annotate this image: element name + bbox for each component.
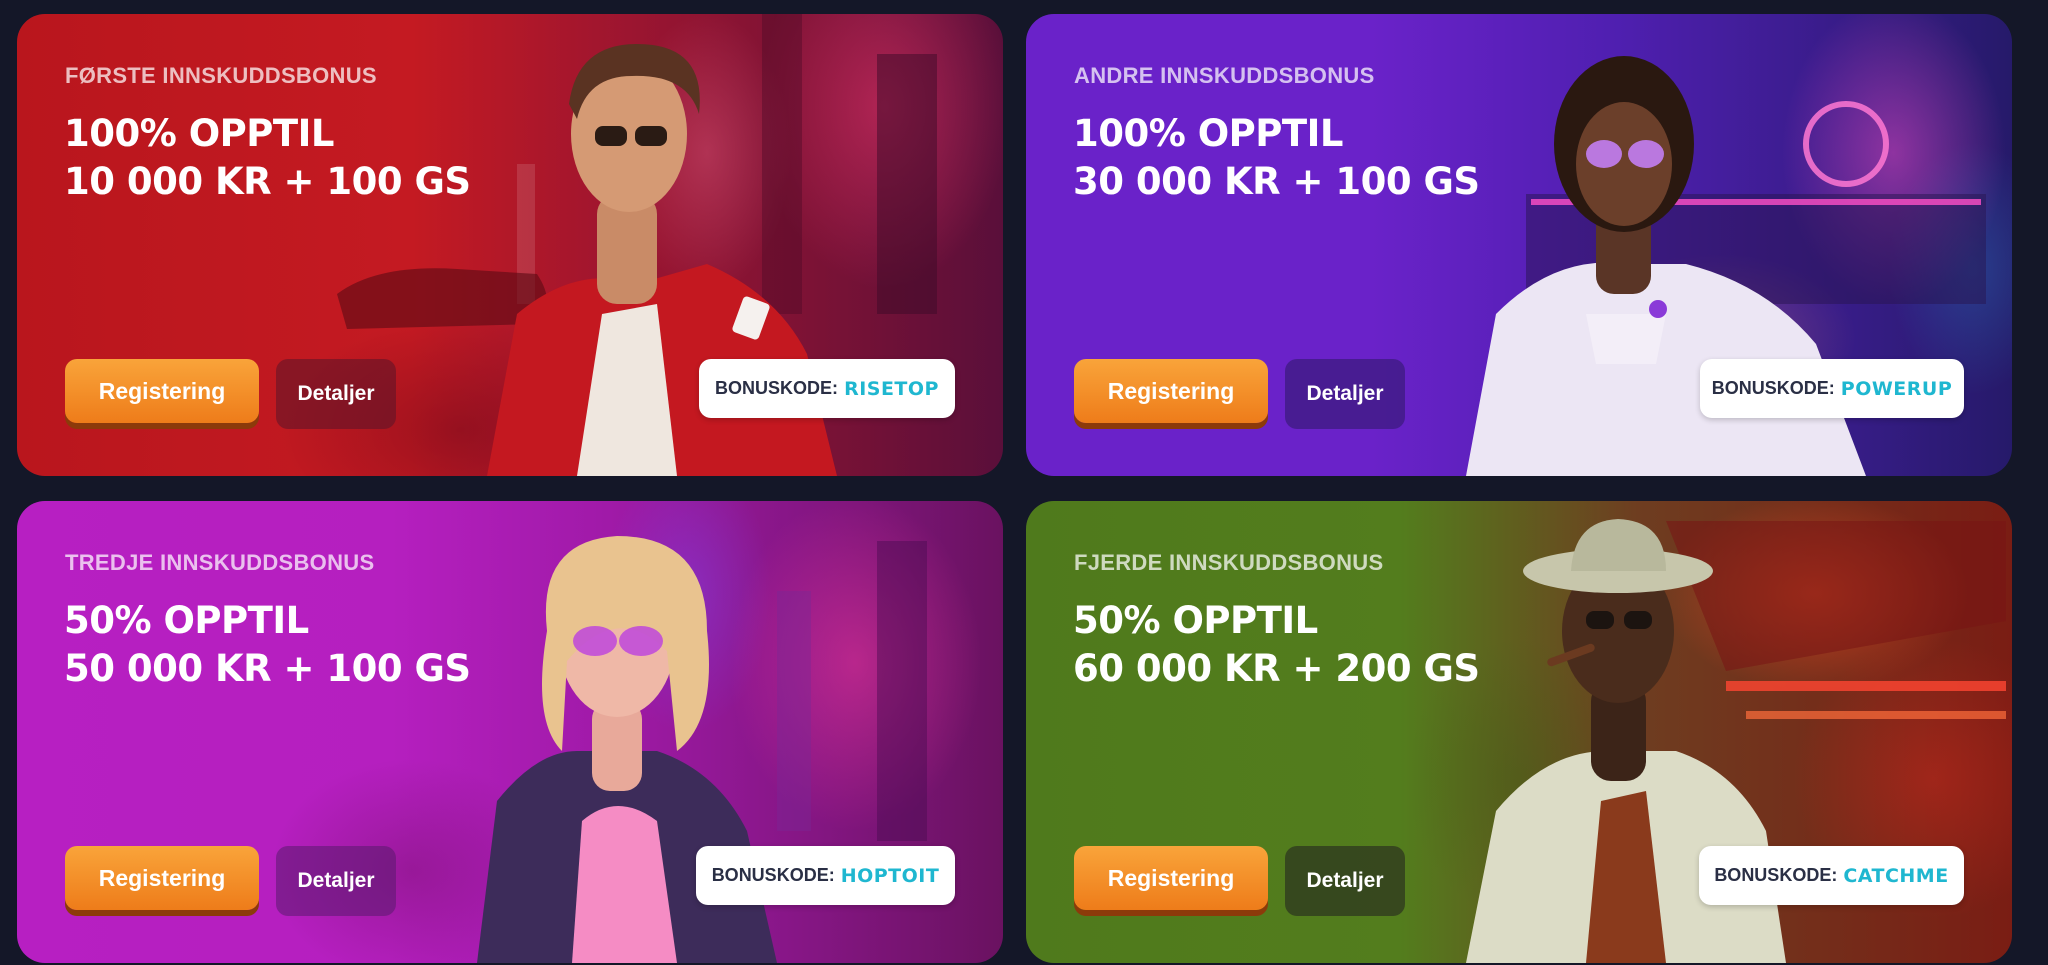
bonus-code-badge[interactable]: BONUSKODE: RISETOP — [699, 359, 955, 418]
bonus-card-second-deposit: ANDRE INNSKUDDSBONUS 100% OPPTIL 30 000 … — [1026, 14, 2012, 476]
bonus-code-badge[interactable]: BONUSKODE: POWERUP — [1700, 359, 1964, 418]
bonus-code-label: BONUSKODE: — [711, 865, 835, 885]
register-button[interactable]: Registering — [65, 846, 259, 910]
bonus-code-label: BONUSKODE: — [1714, 865, 1838, 885]
headline-line-1: 50% OPPTIL — [1073, 599, 1318, 642]
register-button[interactable]: Registering — [1074, 846, 1268, 910]
headline-line-2: 10 000 KR + 100 GS — [64, 160, 471, 203]
details-button[interactable]: Detaljer — [276, 359, 396, 429]
details-button[interactable]: Detaljer — [1285, 359, 1405, 429]
bonus-code-label: BONUSKODE: — [1711, 378, 1835, 398]
bonus-card-fourth-deposit: FJERDE INNSKUDDSBONUS 50% OPPTIL 60 000 … — [1026, 501, 2012, 963]
headline-line-1: 100% OPPTIL — [1073, 112, 1343, 155]
bonus-code-label: BONUSKODE: — [715, 378, 839, 398]
bonus-headline: 100% OPPTIL 10 000 KR + 100 GS — [64, 110, 624, 206]
headline-line-2: 50 000 KR + 100 GS — [64, 647, 471, 690]
bonus-card-first-deposit: FØRSTE INNSKUDDSBONUS 100% OPPTIL 10 000… — [17, 14, 1003, 476]
bonus-code-badge[interactable]: BONUSKODE: CATCHME — [1699, 846, 1964, 905]
bonus-code-value: CATCHME — [1843, 864, 1949, 887]
headline-line-2: 30 000 KR + 100 GS — [1073, 160, 1480, 203]
details-button[interactable]: Detaljer — [276, 846, 396, 916]
details-button[interactable]: Detaljer — [1285, 846, 1405, 916]
bonus-eyebrow: FØRSTE INNSKUDDSBONUS — [65, 63, 377, 88]
headline-line-1: 100% OPPTIL — [64, 112, 334, 155]
bonus-eyebrow: TREDJE INNSKUDDSBONUS — [65, 550, 375, 575]
bonus-code-value: POWERUP — [1840, 377, 1953, 400]
register-button[interactable]: Registering — [1074, 359, 1268, 423]
bonus-card-third-deposit: TREDJE INNSKUDDSBONUS 50% OPPTIL 50 000 … — [17, 501, 1003, 963]
headline-line-1: 50% OPPTIL — [64, 599, 309, 642]
bonus-code-value: HOPTOIT — [840, 864, 940, 887]
register-button[interactable]: Registering — [65, 359, 259, 423]
bonus-headline: 50% OPPTIL 60 000 KR + 200 GS — [1073, 597, 1633, 693]
bonus-headline: 100% OPPTIL 30 000 KR + 100 GS — [1073, 110, 1633, 206]
bonus-code-badge[interactable]: BONUSKODE: HOPTOIT — [696, 846, 955, 905]
bonus-grid: FØRSTE INNSKUDDSBONUS 100% OPPTIL 10 000… — [0, 0, 2048, 965]
headline-line-2: 60 000 KR + 200 GS — [1073, 647, 1480, 690]
bonus-eyebrow: ANDRE INNSKUDDSBONUS — [1074, 63, 1375, 88]
bonus-code-value: RISETOP — [844, 377, 939, 400]
bonus-headline: 50% OPPTIL 50 000 KR + 100 GS — [64, 597, 624, 693]
bonus-eyebrow: FJERDE INNSKUDDSBONUS — [1074, 550, 1384, 575]
